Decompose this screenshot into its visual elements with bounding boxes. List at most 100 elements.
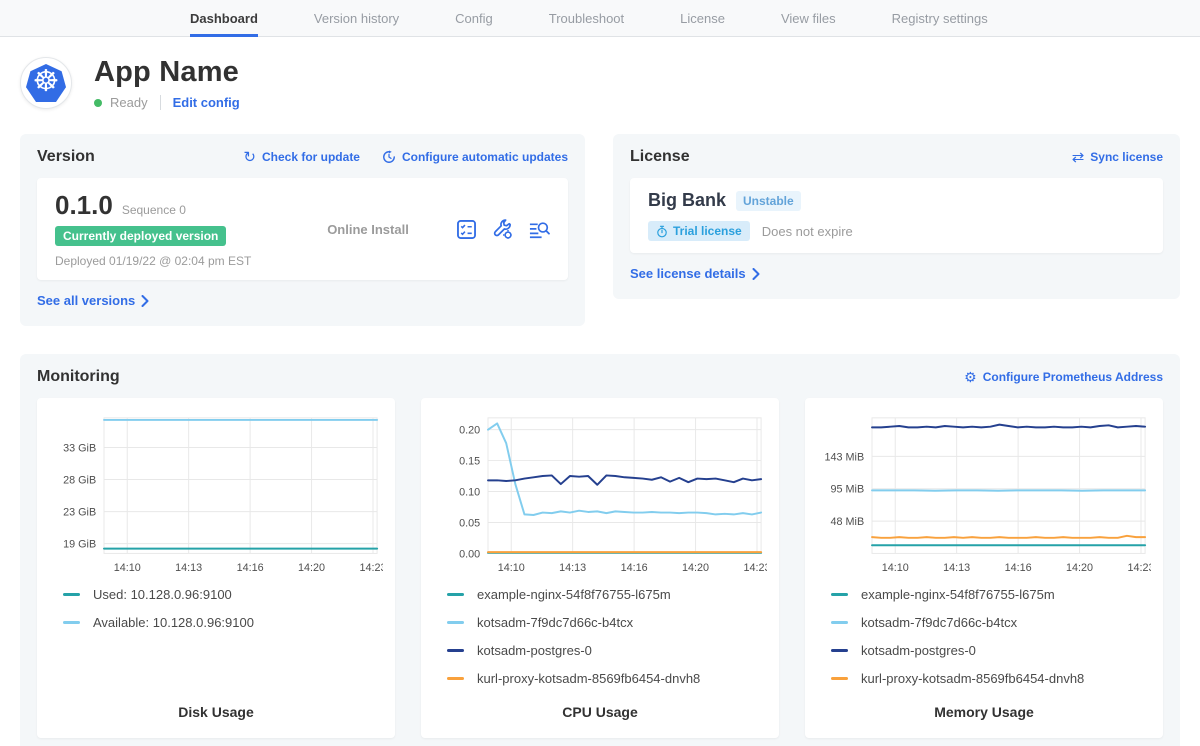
deployed-timestamp: Deployed 01/19/22 @ 02:04 pm EST bbox=[55, 254, 280, 268]
clock-refresh-icon bbox=[382, 150, 396, 164]
gear-icon: ⚙ bbox=[964, 370, 977, 384]
legend-item: example-nginx-54f8f76755-l675m bbox=[831, 587, 1151, 602]
license-panel-title: License bbox=[630, 148, 690, 166]
monitoring-title: Monitoring bbox=[37, 368, 120, 386]
svg-text:14:13: 14:13 bbox=[559, 562, 586, 574]
tab-license[interactable]: License bbox=[680, 0, 725, 37]
version-number: 0.1.0 bbox=[55, 190, 113, 221]
svg-text:19 GiB: 19 GiB bbox=[63, 539, 96, 551]
charts-row: 19 GiB23 GiB28 GiB33 GiB14:1014:1314:161… bbox=[37, 398, 1163, 738]
svg-text:0.15: 0.15 bbox=[459, 455, 480, 467]
svg-text:0.05: 0.05 bbox=[459, 517, 480, 529]
svg-text:143 MiB: 143 MiB bbox=[825, 451, 865, 463]
legend-label: Used: 10.128.0.96:9100 bbox=[93, 587, 232, 602]
svg-text:0.20: 0.20 bbox=[459, 425, 480, 437]
edit-config-link[interactable]: Edit config bbox=[173, 95, 240, 110]
svg-text:14:13: 14:13 bbox=[943, 562, 970, 574]
legend-label: Available: 10.128.0.96:9100 bbox=[93, 615, 254, 630]
legend-swatch bbox=[831, 677, 848, 680]
tab-view-files[interactable]: View files bbox=[781, 0, 836, 37]
svg-text:95 MiB: 95 MiB bbox=[831, 484, 865, 496]
chevron-right-icon bbox=[752, 268, 760, 280]
install-type: Online Install bbox=[280, 222, 456, 237]
trial-license-badge: Trial license bbox=[648, 221, 750, 241]
configure-automatic-updates-link[interactable]: Configure automatic updates bbox=[382, 150, 568, 164]
license-details-card: Big Bank Unstable Trial license Does not… bbox=[630, 178, 1163, 253]
disk-usage-legend: Used: 10.128.0.96:9100 Available: 10.128.… bbox=[49, 587, 383, 630]
app-status: Ready bbox=[110, 95, 148, 110]
legend-swatch bbox=[447, 621, 464, 624]
see-license-details-link[interactable]: See license details bbox=[630, 266, 760, 281]
config-wrench-icon[interactable] bbox=[492, 219, 513, 240]
legend-swatch bbox=[63, 593, 80, 596]
cpu-usage-legend: example-nginx-54f8f76755-l675m kotsadm-7f… bbox=[433, 587, 767, 686]
legend-swatch bbox=[831, 649, 848, 652]
status-dot-icon bbox=[94, 99, 102, 107]
license-customer-name: Big Bank bbox=[648, 190, 726, 211]
nav-tabs: Dashboard Version history Config Troublesho… bbox=[190, 0, 988, 36]
sync-license-link[interactable]: ⇄ Sync license bbox=[1072, 150, 1163, 165]
legend-swatch bbox=[447, 649, 464, 652]
svg-text:0.10: 0.10 bbox=[459, 486, 480, 498]
page-title: App Name bbox=[94, 56, 240, 89]
cpu-usage-plot: 0.000.050.100.150.2014:1014:1314:1614:20… bbox=[433, 410, 767, 579]
memory-usage-plot: 48 MiB95 MiB143 MiB14:1014:1314:1614:201… bbox=[817, 410, 1151, 579]
check-for-update-link[interactable]: ↻ Check for update bbox=[243, 150, 360, 165]
svg-text:14:10: 14:10 bbox=[114, 562, 141, 574]
svg-text:14:13: 14:13 bbox=[175, 562, 202, 574]
chart-title: CPU Usage bbox=[433, 704, 767, 724]
legend-item: kotsadm-postgres-0 bbox=[447, 643, 767, 658]
disk-usage-card: 19 GiB23 GiB28 GiB33 GiB14:1014:1314:161… bbox=[37, 398, 395, 738]
see-all-versions-link[interactable]: See all versions bbox=[37, 293, 149, 308]
version-panel-title: Version bbox=[37, 148, 95, 166]
svg-text:0.00: 0.00 bbox=[459, 548, 480, 560]
svg-text:28 GiB: 28 GiB bbox=[63, 474, 96, 486]
tab-troubleshoot[interactable]: Troubleshoot bbox=[549, 0, 624, 37]
disk-usage-plot: 19 GiB23 GiB28 GiB33 GiB14:1014:1314:161… bbox=[49, 410, 383, 579]
legend-item: kotsadm-postgres-0 bbox=[831, 643, 1151, 658]
sequence-label: Sequence 0 bbox=[122, 203, 186, 217]
deploy-logs-icon[interactable] bbox=[528, 219, 550, 240]
app-header: ☸ App Name Ready Edit config bbox=[20, 56, 1180, 110]
monitoring-panel: Monitoring ⚙ Configure Prometheus Addres… bbox=[20, 354, 1180, 746]
legend-item: kurl-proxy-kotsadm-8569fb6454-dnvh8 bbox=[447, 671, 767, 686]
legend-swatch bbox=[63, 621, 80, 624]
svg-text:33 GiB: 33 GiB bbox=[63, 442, 96, 454]
tab-config[interactable]: Config bbox=[455, 0, 493, 37]
current-version-card: 0.1.0 Sequence 0 Currently deployed vers… bbox=[37, 178, 568, 280]
channel-badge: Unstable bbox=[736, 191, 801, 211]
svg-text:14:20: 14:20 bbox=[298, 562, 325, 574]
legend-label: example-nginx-54f8f76755-l675m bbox=[477, 587, 671, 602]
svg-text:14:10: 14:10 bbox=[498, 562, 525, 574]
svg-text:14:20: 14:20 bbox=[682, 562, 709, 574]
legend-label: kurl-proxy-kotsadm-8569fb6454-dnvh8 bbox=[861, 671, 1084, 686]
legend-item: example-nginx-54f8f76755-l675m bbox=[447, 587, 767, 602]
svg-text:14:10: 14:10 bbox=[882, 562, 909, 574]
preflight-checks-icon[interactable] bbox=[456, 219, 477, 240]
tab-registry-settings[interactable]: Registry settings bbox=[892, 0, 988, 37]
memory-usage-card: 48 MiB95 MiB143 MiB14:1014:1314:1614:201… bbox=[805, 398, 1163, 738]
memory-usage-legend: example-nginx-54f8f76755-l675m kotsadm-7f… bbox=[817, 587, 1151, 686]
sync-arrows-icon: ⇄ bbox=[1072, 150, 1085, 165]
legend-label: kotsadm-7f9dc7d66c-b4tcx bbox=[861, 615, 1017, 630]
svg-text:14:23: 14:23 bbox=[1127, 562, 1151, 574]
stopwatch-icon bbox=[656, 225, 668, 238]
legend-label: kotsadm-postgres-0 bbox=[861, 643, 976, 658]
configure-prometheus-link[interactable]: ⚙ Configure Prometheus Address bbox=[964, 370, 1163, 384]
chart-title: Memory Usage bbox=[817, 704, 1151, 724]
deployed-badge: Currently deployed version bbox=[55, 226, 226, 246]
chevron-right-icon bbox=[141, 295, 149, 307]
tab-dashboard[interactable]: Dashboard bbox=[190, 0, 258, 37]
tab-version-history[interactable]: Version history bbox=[314, 0, 399, 37]
license-panel: License ⇄ Sync license Big Bank Unstable bbox=[613, 134, 1180, 299]
legend-label: kotsadm-7f9dc7d66c-b4tcx bbox=[477, 615, 633, 630]
svg-text:14:23: 14:23 bbox=[743, 562, 767, 574]
legend-swatch bbox=[831, 593, 848, 596]
legend-item: Used: 10.128.0.96:9100 bbox=[63, 587, 383, 602]
divider bbox=[160, 95, 161, 110]
chart-title: Disk Usage bbox=[49, 704, 383, 724]
legend-item: kotsadm-7f9dc7d66c-b4tcx bbox=[447, 615, 767, 630]
legend-swatch bbox=[831, 621, 848, 624]
version-panel: Version ↻ Check for update Configure aut… bbox=[20, 134, 585, 326]
refresh-icon: ↻ bbox=[243, 150, 256, 165]
